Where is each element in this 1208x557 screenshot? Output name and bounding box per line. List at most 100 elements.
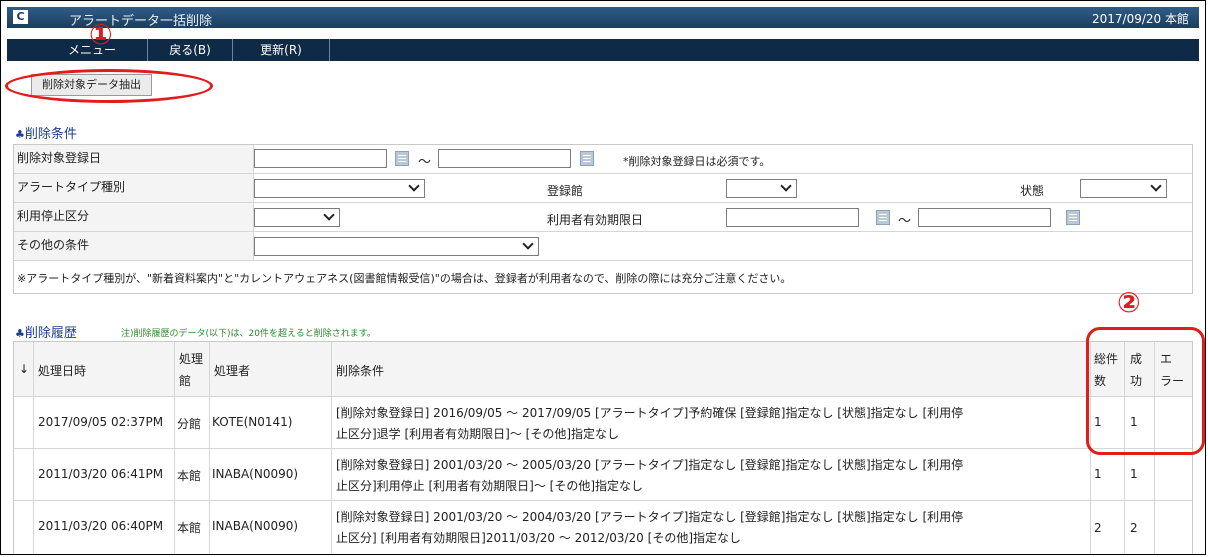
row-cond-line1: [削除対象登録日] 2016/09/05 ～ 2017/09/05 [アラートタ… [336, 406, 964, 420]
history-row[interactable]: 2011/03/20 06:40PM 本館 INABA(N0090) [削除対象… [14, 500, 1192, 554]
app-logo-icon: C [13, 10, 28, 24]
reg-date-required-note: *削除対象登録日は必須です。 [623, 155, 771, 168]
row-lib-cell: 本館 [175, 501, 210, 554]
callout-oval-1 [5, 69, 213, 103]
row-datetime-cell: 2011/03/20 06:41PM [34, 449, 175, 500]
row-user: INABA(N0090) [212, 467, 299, 481]
menu-item-back[interactable]: 戻る(B) [148, 39, 233, 61]
row-lib-cell: 分館 [175, 397, 210, 448]
datetime-header[interactable]: 処理日時 [34, 342, 175, 396]
history-note: 注)削除履歴のデータ(以下)は、20件を超えると削除されます。 [121, 329, 376, 339]
library-header[interactable]: 処理 館 [175, 342, 210, 396]
row-datetime: 2011/03/20 06:40PM [38, 519, 164, 533]
library-label: 登録館 [547, 184, 584, 198]
row-cond-line1: [削除対象登録日] 2001/03/20 ～ 2004/03/20 [アラートタ… [336, 510, 964, 524]
user-header[interactable]: 処理者 [210, 342, 332, 396]
calendar-icon[interactable] [876, 210, 890, 225]
row-spacer [14, 501, 34, 554]
chevron-down-icon [323, 209, 335, 221]
other-label: その他の条件 [14, 232, 254, 260]
user-expiry-from-input[interactable] [726, 208, 859, 227]
cond-row-notice: ※アラートタイプ種別が、"新着資料案内"と"カレントアウェアネス(図書館情報受信… [14, 261, 1192, 294]
condition-header[interactable]: 削除条件 [332, 342, 1091, 396]
row-lib: 分館 [177, 417, 202, 431]
calendar-icon[interactable] [1066, 210, 1080, 225]
menu-item-refresh[interactable]: 更新(R) [233, 39, 330, 61]
library-header-line2: 館 [179, 374, 192, 388]
cond-row-other: その他の条件 [14, 232, 1192, 261]
club-icon: ♣ [15, 327, 25, 340]
user-expiry-label: 利用者有効期限日 [547, 213, 644, 227]
reg-date-from-input[interactable] [254, 149, 387, 168]
callout-box-2 [1086, 327, 1205, 455]
suspend-select[interactable] [254, 208, 340, 227]
user-header-label: 処理者 [214, 364, 251, 378]
history-table: ↓ 処理日時 処理 館 処理者 削除条件 総件 数 成 功 エ ラー 2017/… [13, 341, 1193, 554]
user-expiry-to-input[interactable] [918, 208, 1051, 227]
row-success: 2 [1130, 521, 1138, 535]
history-row[interactable]: 2011/03/20 06:41PM 本館 INABA(N0090) [削除対象… [14, 448, 1192, 500]
row-cond-cell: [削除対象登録日] 2001/03/20 ～ 2005/03/20 [アラートタ… [332, 449, 1091, 500]
alert-type-select[interactable] [254, 179, 425, 198]
other-condition-select[interactable] [254, 237, 539, 256]
row-user: INABA(N0090) [212, 519, 299, 533]
calendar-icon[interactable] [395, 151, 409, 166]
library-header-line1: 処理 [179, 352, 204, 366]
conditions-section-title: ♣削除条件 [15, 123, 77, 142]
row-success-cell: 2 [1125, 501, 1155, 554]
row-user-cell: INABA(N0090) [210, 449, 332, 500]
row-cond-cell: [削除対象登録日] 2016/09/05 ～ 2017/09/05 [アラートタ… [332, 397, 1091, 448]
row-cond-line2: 止区分]利用停止 [利用者有効期限日]～ [その他]指定なし [336, 479, 644, 493]
callout-number-1: ① [89, 18, 113, 51]
title-bar: C アラートデータ一括削除 2017/09/20 本館 [7, 7, 1199, 29]
row-success-cell: 1 [1125, 449, 1155, 500]
cond-row-suspend: 利用停止区分 利用者有効期限日 ～ [14, 203, 1192, 232]
row-lib-cell: 本館 [175, 449, 210, 500]
row-datetime: 2017/09/05 02:37PM [38, 415, 164, 429]
suspend-label: 利用停止区分 [14, 203, 254, 231]
status-label: 状態 [1020, 184, 1045, 198]
row-cond-line1: [削除対象登録日] 2001/03/20 ～ 2005/03/20 [アラートタ… [336, 458, 964, 472]
notice-text: ※アラートタイプ種別が、"新着資料案内"と"カレントアウェアネス(図書館情報受信… [17, 272, 792, 285]
calendar-icon[interactable] [580, 151, 594, 166]
row-datetime: 2011/03/20 06:41PM [38, 467, 164, 481]
chevron-down-icon [780, 180, 792, 192]
history-row[interactable]: 2017/09/05 02:37PM 分館 KOTE(N0141) [削除対象登… [14, 396, 1192, 448]
library-select[interactable] [726, 179, 797, 198]
chevron-down-icon [408, 180, 420, 192]
row-cond-cell: [削除対象登録日] 2001/03/20 ～ 2004/03/20 [アラートタ… [332, 501, 1091, 554]
tilde-separator: ～ [418, 155, 432, 170]
row-user: KOTE(N0141) [212, 415, 293, 429]
menu-bar: メニュー 戻る(B) 更新(R) [7, 39, 1199, 61]
row-spacer [14, 449, 34, 500]
row-total-cell: 1 [1091, 449, 1125, 500]
status-select[interactable] [1080, 179, 1167, 198]
tilde-separator: ～ [898, 214, 912, 229]
date-library-label: 2017/09/20 本館 [1092, 12, 1189, 26]
alert-type-label: アラートタイプ種別 [14, 174, 254, 202]
row-user-cell: KOTE(N0141) [210, 397, 332, 448]
history-title-text: 削除履歴 [24, 326, 77, 341]
chevron-down-icon [1150, 180, 1162, 192]
row-error-cell [1155, 449, 1192, 500]
cond-row-alert-type: アラートタイプ種別 登録館 状態 [14, 174, 1192, 203]
row-error-cell [1155, 501, 1192, 554]
history-section-title: ♣削除履歴 [15, 322, 77, 341]
sort-indicator: ↓ [19, 362, 30, 376]
chevron-down-icon [522, 238, 534, 250]
reg-date-to-input[interactable] [438, 149, 571, 168]
row-cond-line2: 止区分]退学 [利用者有効期限日]～ [その他]指定なし [336, 427, 620, 441]
sort-header[interactable]: ↓ [14, 342, 34, 396]
row-total: 1 [1094, 467, 1102, 481]
condition-header-label: 削除条件 [336, 364, 385, 378]
club-icon: ♣ [15, 128, 25, 141]
reg-date-label: 削除対象登録日 [14, 145, 254, 173]
row-user-cell: INABA(N0090) [210, 501, 332, 554]
row-cond-line2: 止区分] [利用者有効期限日]2011/03/20 ～ 2012/03/20 [… [336, 531, 741, 545]
conditions-table: 削除対象登録日 ～ *削除対象登録日は必須です。 アラートタイプ種別 登録館 状… [13, 144, 1193, 294]
row-success: 1 [1130, 467, 1138, 481]
row-lib: 本館 [177, 521, 202, 535]
row-datetime-cell: 2017/09/05 02:37PM [34, 397, 175, 448]
callout-number-2: ② [1117, 286, 1141, 319]
datetime-header-label: 処理日時 [38, 364, 87, 378]
